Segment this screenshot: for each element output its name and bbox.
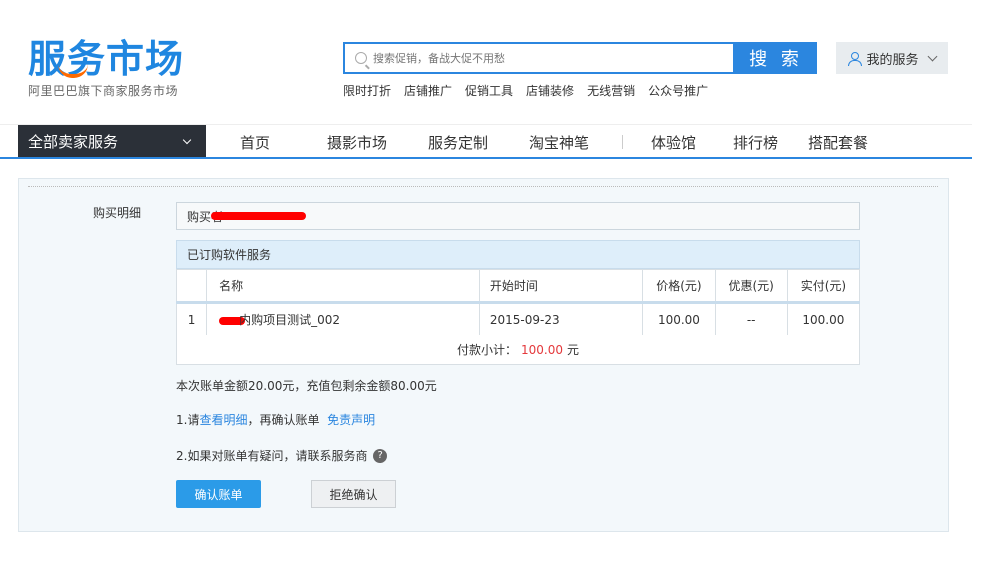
view-details-link[interactable]: 查看明细 [199, 413, 247, 427]
nav-bottom-line [0, 157, 972, 159]
search-button[interactable]: 搜 索 [735, 42, 817, 74]
quick-link-discount[interactable]: 限时打折 [343, 82, 391, 99]
subtotal-amount: 100.00 [521, 342, 563, 357]
nav-item-photography[interactable]: 摄影市场 [327, 132, 387, 153]
row-name-cell: 内购项目测试_002 [206, 302, 480, 336]
nav-item-bundle[interactable]: 搭配套餐 [808, 132, 868, 153]
col-name: 名称 [206, 269, 480, 304]
chevron-down-icon [927, 51, 937, 61]
row-index: 1 [175, 302, 208, 336]
row-price: 100.00 [642, 302, 716, 336]
row-paid: 100.00 [786, 302, 861, 336]
all-services-label: 全部卖家服务 [28, 133, 119, 151]
subtotal-row: 付款小计： 100.00 元 [176, 335, 860, 365]
step1-prefix: 1.请 [176, 413, 200, 427]
bill-info: 本次账单金额20.00元，充值包剩余金额80.00元 [176, 379, 437, 393]
col-discount: 优惠(元) [714, 269, 788, 304]
table-row: 1 内购项目测试_002 2015-09-23 100.00 -- 100.00 [175, 302, 861, 336]
dotted-divider [28, 186, 938, 187]
col-start: 开始时间 [478, 269, 644, 304]
reject-confirm-button[interactable]: 拒绝确认 [311, 480, 396, 508]
contact-help-icon[interactable] [373, 448, 388, 463]
col-price: 价格(元) [642, 269, 716, 304]
logo-subtitle: 阿里巴巴旗下商家服务市场 [28, 84, 179, 98]
quick-link-shop-promo[interactable]: 店铺推广 [404, 82, 452, 99]
search-icon [355, 52, 367, 64]
row-start: 2015-09-23 [478, 302, 644, 336]
step1-mid: ，再确认账单 [247, 413, 320, 427]
user-icon [848, 51, 863, 66]
step1-text: 1.请查看明细，再确认账单 免责声明 [176, 411, 375, 428]
nav-separator [622, 135, 623, 149]
quick-link-decoration[interactable]: 店铺装修 [526, 82, 574, 99]
redaction-mark [211, 212, 307, 220]
purchase-detail-label: 购买明细 [93, 206, 142, 220]
nav-item-home[interactable]: 首页 [240, 132, 270, 153]
buyer-box: 购买者 [176, 202, 860, 230]
row-name: 内购项目测试_002 [239, 313, 340, 327]
search-box[interactable] [343, 42, 735, 74]
table-header-row: 名称 开始时间 价格(元) 优惠(元) 实付(元) [175, 269, 861, 304]
ordered-services-header: 已订购软件服务 [176, 240, 860, 269]
my-service-label: 我的服务 [866, 52, 919, 68]
confirm-bill-button[interactable]: 确认账单 [176, 480, 261, 508]
all-services-dropdown[interactable]: 全部卖家服务 [18, 125, 206, 158]
quick-link-wireless[interactable]: 无线营销 [587, 82, 635, 99]
subtotal-label: 付款小计： [456, 343, 517, 357]
nav-item-ranking[interactable]: 排行榜 [733, 132, 778, 153]
nav-item-shenbi[interactable]: 淘宝神笔 [529, 132, 589, 153]
logo-text: 服务市场 [28, 37, 185, 81]
quick-links: 限时打折 店铺推广 促销工具 店铺装修 无线营销 公众号推广 [343, 82, 721, 99]
nav-item-custom[interactable]: 服务定制 [428, 132, 488, 153]
nav-item-experience[interactable]: 体验馆 [651, 132, 696, 153]
col-index [175, 269, 208, 304]
subtotal-unit: 元 [567, 343, 580, 357]
step2-label: 2.如果对账单有疑问，请联系服务商 [176, 449, 368, 463]
my-service-button[interactable]: 我的服务 [836, 42, 948, 74]
chevron-down-icon [182, 135, 192, 145]
quick-link-promo-tools[interactable]: 促销工具 [465, 82, 513, 99]
row-discount: -- [714, 302, 788, 336]
logo[interactable]: 服务市场 阿里巴巴旗下商家服务市场 [28, 38, 184, 99]
step2-text: 2.如果对账单有疑问，请联系服务商 [176, 447, 388, 464]
col-paid: 实付(元) [786, 269, 861, 304]
search-input[interactable] [373, 51, 713, 65]
disclaimer-link[interactable]: 免责声明 [327, 413, 375, 427]
order-table: 名称 开始时间 价格(元) 优惠(元) 实付(元) 1 内购项目测试_002 2… [175, 269, 861, 336]
quick-link-official-account[interactable]: 公众号推广 [648, 82, 708, 99]
